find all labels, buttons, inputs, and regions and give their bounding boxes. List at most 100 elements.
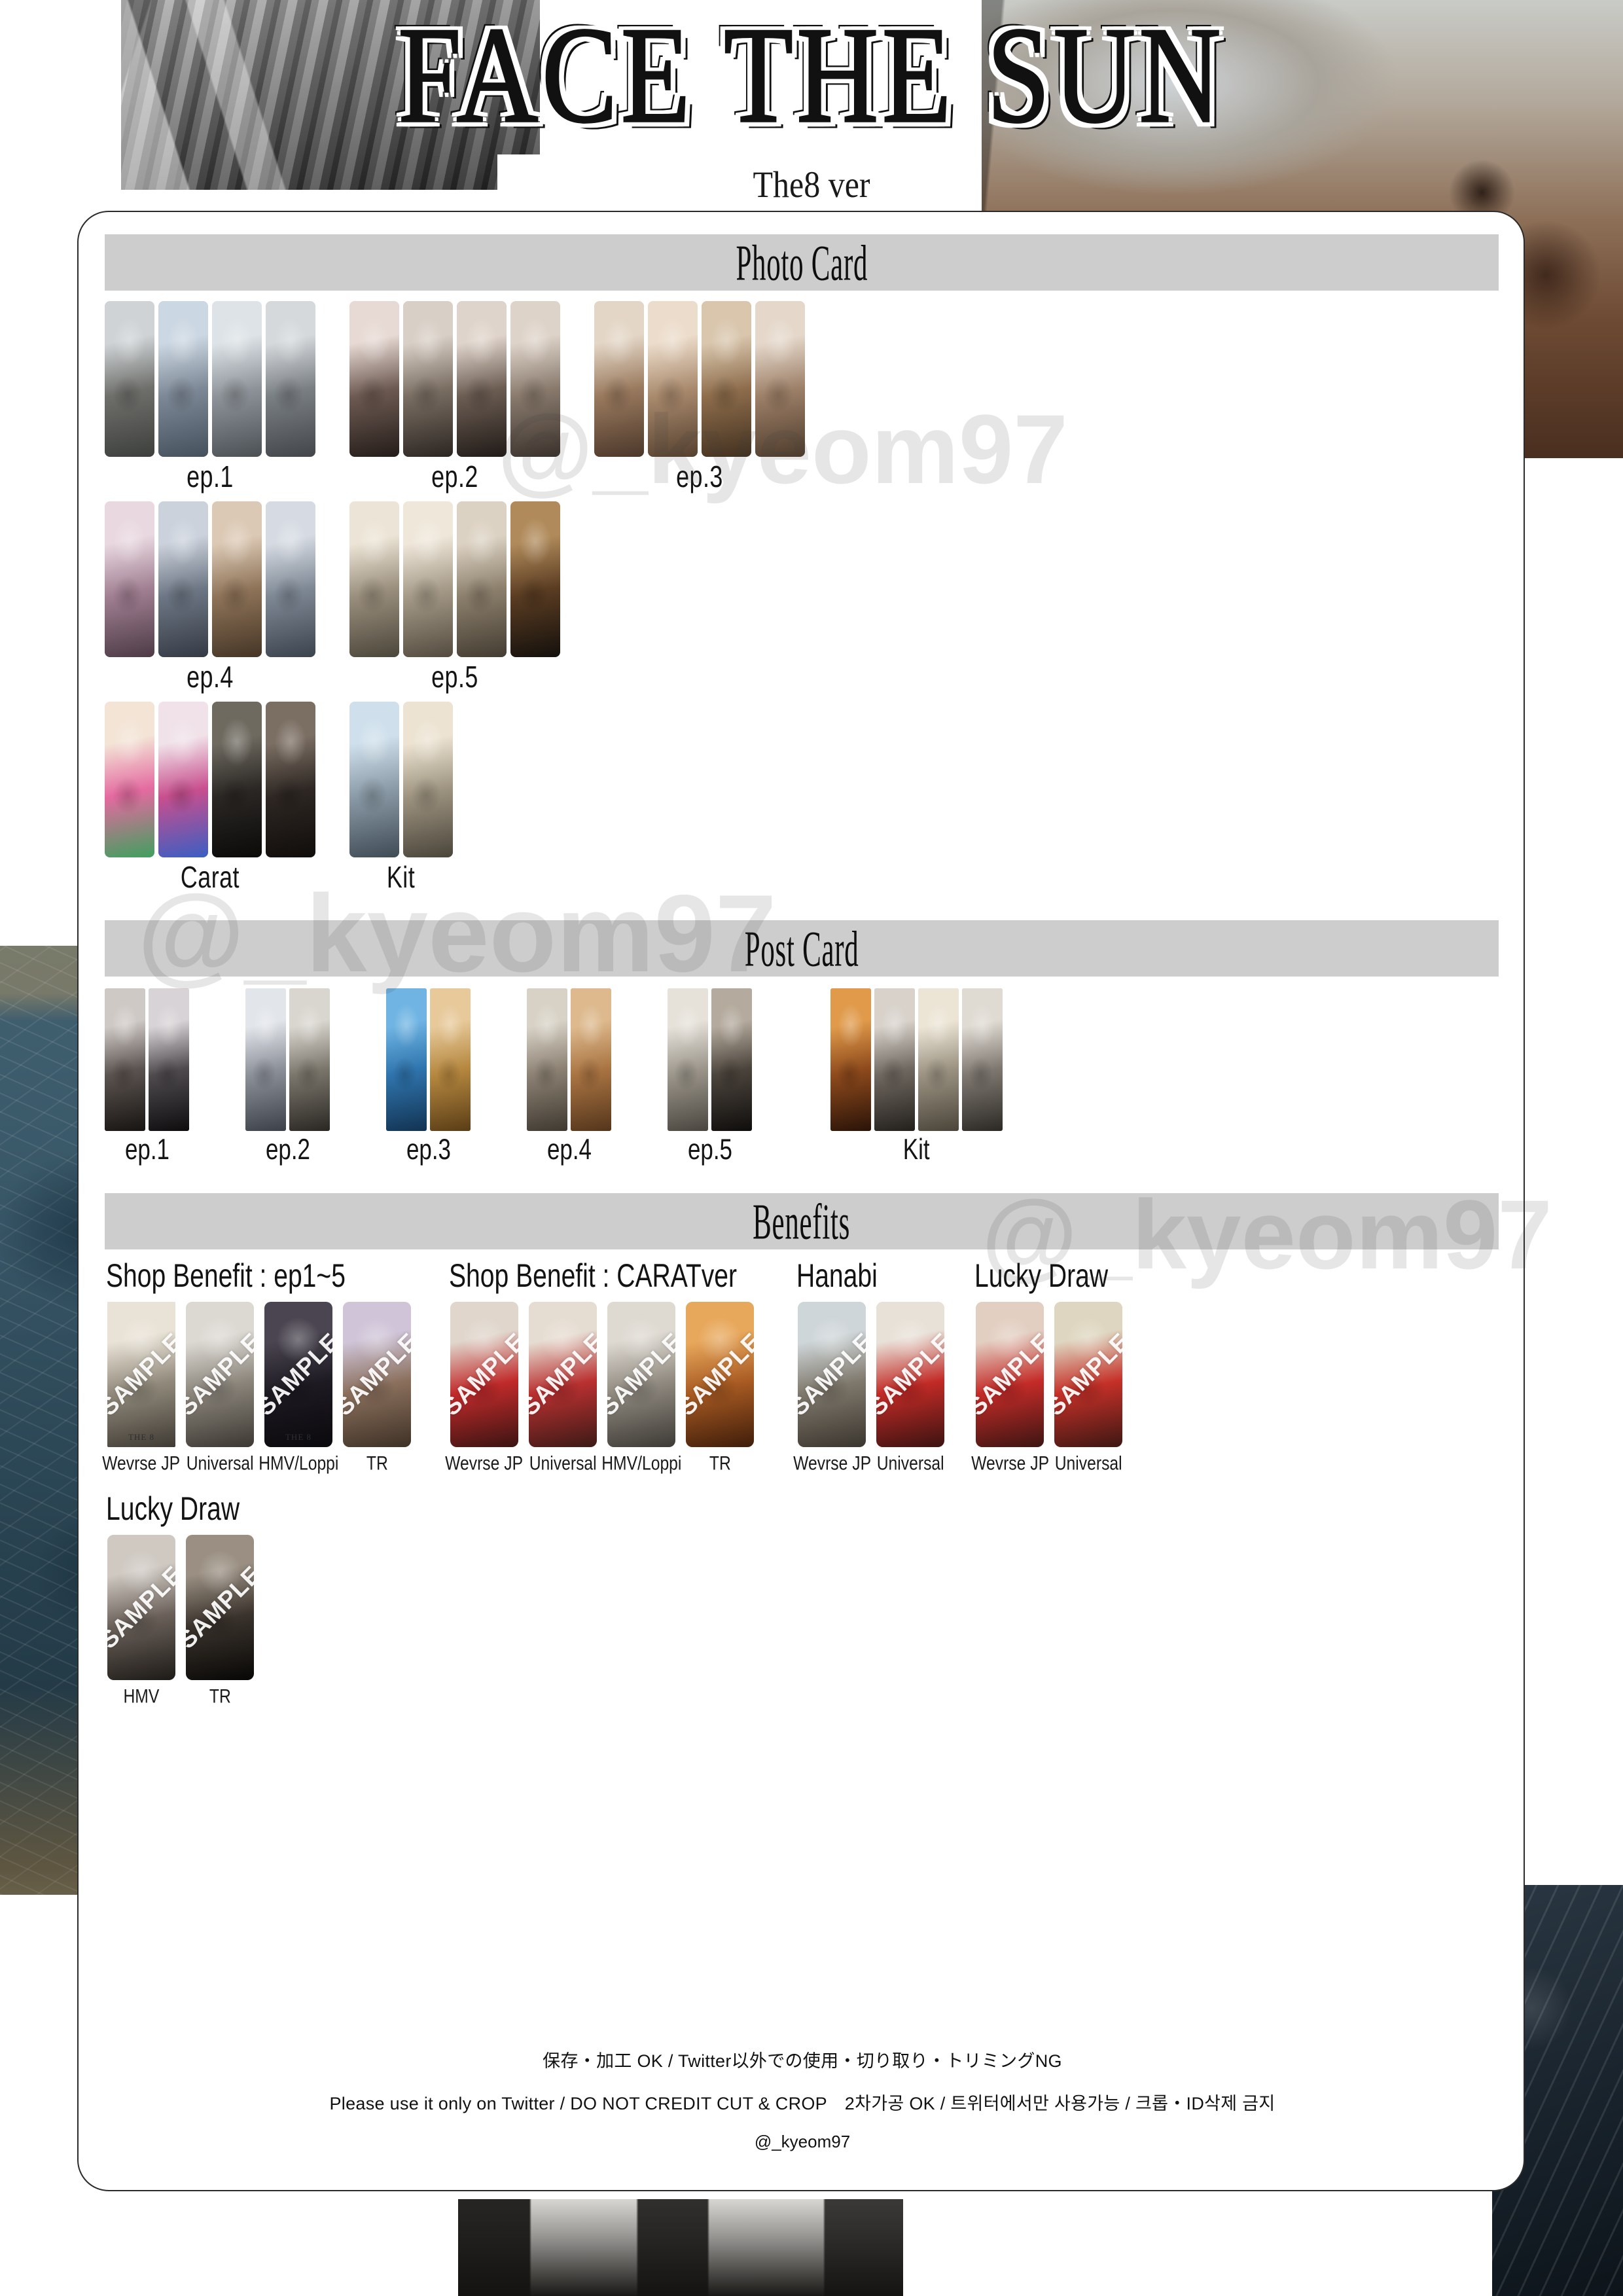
benefit-item[interactable]: SAMPLE TR bbox=[183, 1535, 257, 1707]
benefit-item-caption: TR bbox=[366, 1451, 388, 1475]
post-card-item[interactable] bbox=[830, 988, 871, 1131]
post-card-item[interactable] bbox=[918, 988, 959, 1131]
photo-card-row: Carat Kit bbox=[105, 702, 1499, 895]
the8-desert-leaning bbox=[527, 988, 567, 1131]
photo-card-item[interactable] bbox=[158, 501, 208, 657]
main-content-card: Photo Card ep.1 ep.2 ep.3 ep.4 ep.5 Carat Kit … bbox=[77, 211, 1525, 2191]
photo-card-item[interactable] bbox=[349, 301, 399, 457]
photo-card-item[interactable] bbox=[648, 301, 698, 457]
photo-card-strip bbox=[349, 702, 453, 857]
photo-card-group-label: ep.2 bbox=[431, 461, 478, 494]
photo-card-item[interactable] bbox=[212, 702, 262, 857]
photo-card-item[interactable] bbox=[212, 501, 262, 657]
photo-card-item[interactable] bbox=[266, 702, 315, 857]
photo-card-item[interactable] bbox=[266, 301, 315, 457]
benefit-item[interactable]: SAMPLE TR bbox=[683, 1302, 757, 1474]
benefit-item[interactable]: SAMPLE HMV/Loppi bbox=[601, 1302, 681, 1474]
post-card-item[interactable] bbox=[289, 988, 330, 1131]
the8-finger-heart-eyes bbox=[158, 301, 208, 457]
photo-card-item[interactable] bbox=[403, 702, 453, 857]
photo-card-item[interactable] bbox=[510, 301, 560, 457]
photo-card-item[interactable] bbox=[105, 501, 154, 657]
photo-card-item[interactable] bbox=[403, 301, 453, 457]
poster-header: FACE THE SUN The8 ver bbox=[0, 0, 1623, 206]
photo-card-item[interactable] bbox=[403, 501, 453, 657]
photo-card-item[interactable] bbox=[755, 301, 805, 457]
post-card-item[interactable] bbox=[527, 988, 567, 1131]
photo-card-group-label: Kit bbox=[387, 861, 416, 895]
post-card-item[interactable] bbox=[105, 988, 145, 1131]
photo-card-group-label: Carat bbox=[180, 861, 240, 895]
post-card-item[interactable] bbox=[245, 988, 286, 1131]
the8-floral-kit-blue-sky bbox=[349, 702, 399, 857]
photo-card-item[interactable] bbox=[457, 501, 507, 657]
post-card-group-ep1: ep.1 bbox=[105, 988, 189, 1166]
the8-floral-shirt-benefit: SAMPLE bbox=[343, 1302, 411, 1447]
photo-card-item[interactable] bbox=[510, 501, 560, 657]
benefit-item[interactable]: SAMPLE Universal bbox=[526, 1302, 599, 1475]
the8-denim-pout bbox=[158, 501, 208, 657]
post-card-item[interactable] bbox=[571, 988, 611, 1131]
photo-card-item[interactable] bbox=[594, 301, 644, 457]
post-card-item[interactable] bbox=[874, 988, 915, 1131]
the8-hair-up-smile bbox=[510, 301, 560, 457]
post-card-item[interactable] bbox=[149, 988, 189, 1131]
benefit-item[interactable]: SAMPLE Universal bbox=[874, 1302, 947, 1474]
photo-card-group-ep3: ep.3 bbox=[594, 301, 805, 494]
photo-card-item[interactable] bbox=[158, 301, 208, 457]
benefit-item-strip: SAMPLE Wevrse JP SAMPLE Universal bbox=[793, 1302, 947, 1474]
the8-bike-cream-outfit bbox=[962, 988, 1003, 1131]
benefit-item[interactable]: SAMPLE Wevrse JP bbox=[446, 1302, 523, 1474]
post-card-group-label: Kit bbox=[903, 1134, 930, 1166]
benefit-item[interactable]: THE 8 SAMPLE Wevrse JP bbox=[103, 1302, 180, 1474]
post-card-strip bbox=[386, 988, 471, 1131]
photo-card-strip bbox=[349, 501, 560, 657]
photo-card-item[interactable] bbox=[349, 501, 399, 657]
post-card-item[interactable] bbox=[386, 988, 427, 1131]
the8-fire-branches bbox=[830, 988, 871, 1131]
benefit-item[interactable]: SAMPLE Wevrse JP bbox=[793, 1302, 871, 1474]
post-card-item[interactable] bbox=[430, 988, 471, 1131]
photo-card-row: ep.4 ep.5 bbox=[105, 501, 1499, 694]
the8-cheek-touch-sky bbox=[755, 301, 805, 457]
the8-arm-up-light bbox=[245, 988, 286, 1131]
photo-card-item[interactable] bbox=[702, 301, 751, 457]
benefit-item[interactable]: SAMPLE Universal bbox=[183, 1302, 257, 1474]
photo-card-item[interactable] bbox=[266, 501, 315, 657]
the8-dark-helmet-scene bbox=[711, 988, 752, 1131]
post-card-item[interactable] bbox=[668, 988, 708, 1131]
photo-card-item[interactable] bbox=[457, 301, 507, 457]
the8-hand-on-cheek-sequin bbox=[349, 301, 399, 457]
photo-card-group-ep1: ep.1 bbox=[105, 301, 315, 494]
the8-denim-desert bbox=[212, 501, 262, 657]
section-title-benefits: Benefits bbox=[753, 1193, 851, 1250]
benefit-item-strip: SAMPLE Wevrse JP SAMPLE Universal SAMPLE HMV/… bbox=[446, 1302, 758, 1475]
benefit-item[interactable]: SAMPLE HMV bbox=[105, 1535, 178, 1707]
post-card-group-ep2: ep.2 bbox=[245, 988, 330, 1166]
benefit-item-caption: HMV/Loppi bbox=[601, 1451, 682, 1475]
photo-card-item[interactable] bbox=[212, 301, 262, 457]
post-card-item[interactable] bbox=[962, 988, 1003, 1131]
the8-denim-hand-heart bbox=[105, 501, 154, 657]
the8-grey-coat-portrait bbox=[105, 301, 154, 457]
post-card-item[interactable] bbox=[711, 988, 752, 1131]
benefit-block-title: Lucky Draw bbox=[974, 1257, 1109, 1294]
photo-card-strip bbox=[349, 301, 560, 457]
the8-black-sequin-portrait bbox=[457, 301, 507, 457]
benefit-item[interactable]: SAMPLE Wevrse JP bbox=[971, 1302, 1049, 1475]
photo-card-item[interactable] bbox=[105, 702, 154, 857]
the8-sunglasses-dark bbox=[212, 702, 262, 857]
benefit-item[interactable]: SAMPLE Universal bbox=[1052, 1302, 1125, 1474]
post-card-group-ep4: ep.4 bbox=[527, 988, 611, 1166]
photo-card-item[interactable] bbox=[158, 702, 208, 857]
benefit-item[interactable]: SAMPLE TR bbox=[340, 1302, 414, 1475]
photo-card-item[interactable] bbox=[105, 301, 154, 457]
photo-card-item[interactable] bbox=[349, 702, 399, 857]
benefit-item-caption: Wevrse JP bbox=[971, 1451, 1049, 1475]
post-card-group-kit: Kit bbox=[830, 988, 1003, 1166]
footer-line-japanese: 保存・加工 OK / Twitter以外での使用・切り取り・トリミングNG bbox=[543, 2051, 1062, 2071]
the8-desert-wide bbox=[571, 988, 611, 1131]
benefit-item[interactable]: THE 8 SAMPLE HMV/Loppi bbox=[259, 1302, 338, 1474]
benefit-item-caption: Universal bbox=[529, 1451, 597, 1475]
poster-subtitle: The8 ver bbox=[753, 163, 870, 206]
